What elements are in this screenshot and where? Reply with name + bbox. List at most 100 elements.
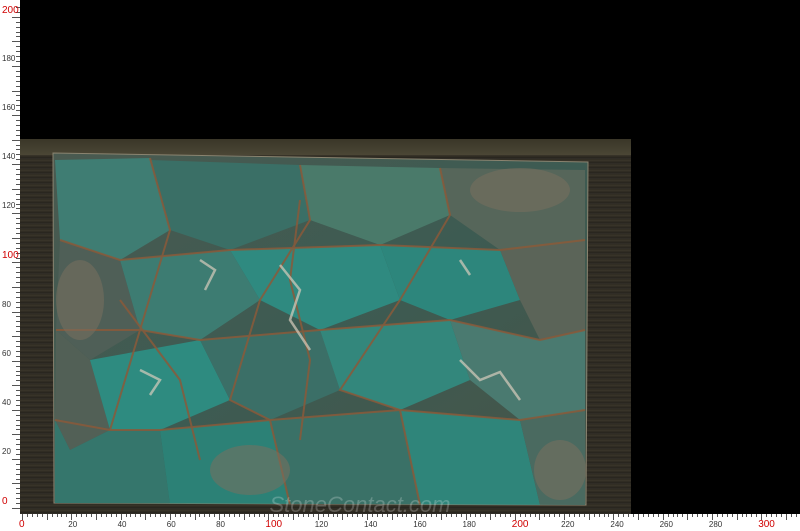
vertical-ruler-tick — [16, 208, 20, 210]
horizontal-ruler-tick — [583, 514, 585, 517]
vertical-ruler-label: 100 — [2, 250, 19, 262]
vertical-ruler-tick — [16, 203, 20, 205]
vertical-ruler-tick — [12, 16, 20, 18]
horizontal-ruler-tick — [633, 514, 635, 517]
horizontal-ruler-label: 260 — [659, 520, 673, 529]
vertical-ruler-tick — [16, 468, 20, 470]
vertical-ruler-tick — [12, 360, 20, 362]
vertical-ruler-tick — [16, 380, 20, 382]
horizontal-ruler-tick — [307, 514, 309, 517]
vertical-ruler-tick — [16, 301, 20, 303]
horizontal-ruler-label: 280 — [708, 520, 723, 529]
horizontal-ruler-tick — [598, 514, 600, 517]
vertical-ruler-tick — [16, 291, 20, 293]
slab-texture — [54, 157, 586, 505]
horizontal-ruler-tick — [110, 514, 112, 517]
horizontal-ruler-tick — [785, 514, 787, 520]
horizontal-ruler-tick — [608, 514, 610, 517]
vertical-ruler-tick — [16, 326, 20, 328]
horizontal-ruler-tick — [746, 514, 748, 517]
horizontal-ruler-tick — [204, 514, 206, 517]
horizontal-ruler-tick — [450, 514, 452, 517]
horizontal-ruler-tick — [115, 514, 117, 517]
vertical-ruler-tick — [16, 232, 20, 234]
vertical-ruler-tick — [16, 399, 20, 401]
horizontal-ruler-tick — [243, 514, 245, 520]
horizontal-ruler-tick — [312, 514, 314, 517]
horizontal-ruler-tick — [771, 514, 773, 517]
horizontal-ruler-tick — [81, 514, 83, 517]
horizontal-ruler-tick — [164, 514, 166, 517]
stone-slab-image: StoneContact.com — [52, 152, 589, 517]
vertical-ruler-tick — [16, 134, 20, 136]
vertical-ruler-tick — [16, 404, 20, 406]
horizontal-ruler-tick — [160, 514, 161, 517]
horizontal-ruler-label: 80 — [216, 520, 225, 529]
vertical-ruler-tick — [16, 390, 20, 392]
horizontal-ruler-tick — [61, 514, 63, 517]
horizontal-ruler: 0 20 40 60 80 100 120 140 160 180 200 220 240 260 280 3… — [0, 514, 800, 531]
horizontal-ruler-tick — [26, 514, 28, 517]
horizontal-ruler-tick — [199, 514, 201, 517]
horizontal-ruler-tick — [327, 514, 329, 517]
horizontal-ruler-tick — [278, 514, 280, 517]
horizontal-ruler-tick — [214, 514, 216, 517]
vertical-ruler-label: 80 — [2, 299, 11, 309]
vertical-ruler-tick — [16, 267, 20, 269]
vertical-ruler-tick — [16, 144, 20, 146]
horizontal-ruler-tick — [519, 514, 521, 517]
horizontal-ruler-tick — [652, 514, 654, 517]
horizontal-ruler-label: 140 — [364, 520, 378, 529]
vertical-ruler-tick — [16, 61, 20, 62]
horizontal-ruler-tick — [780, 514, 782, 517]
vertical-ruler-tick — [16, 31, 20, 33]
vertical-ruler-tick — [16, 341, 20, 342]
horizontal-ruler-tick — [485, 514, 487, 517]
vertical-ruler-tick — [16, 174, 20, 175]
horizontal-ruler-tick — [362, 514, 363, 517]
horizontal-ruler-tick — [224, 514, 225, 517]
horizontal-ruler-tick — [480, 514, 482, 517]
horizontal-ruler-tick — [682, 514, 684, 517]
horizontal-ruler-tick — [283, 514, 285, 517]
horizontal-ruler-tick — [100, 514, 102, 517]
vertical-ruler-tick — [12, 90, 20, 92]
vertical-ruler-tick — [16, 449, 20, 451]
vertical-ruler-tick — [12, 409, 20, 411]
vertical-ruler-tick — [16, 503, 20, 505]
horizontal-ruler-tick — [342, 514, 344, 520]
horizontal-ruler-tick — [273, 514, 275, 517]
vertical-ruler-tick — [16, 321, 20, 323]
horizontal-ruler-tick — [455, 514, 457, 517]
horizontal-ruler-tick — [401, 514, 403, 517]
vertical-ruler-tick — [16, 110, 20, 112]
horizontal-ruler-tick — [539, 514, 541, 520]
horizontal-ruler-label: 240 — [610, 520, 624, 529]
vertical-ruler-tick — [16, 277, 20, 279]
horizontal-ruler-tick — [105, 514, 107, 517]
horizontal-ruler-tick — [628, 514, 630, 517]
vertical-ruler-tick — [16, 473, 20, 475]
horizontal-ruler-tick — [376, 514, 378, 517]
horizontal-ruler-tick — [194, 514, 196, 520]
horizontal-ruler-tick — [293, 514, 294, 520]
vertical-ruler-tick — [12, 434, 20, 436]
horizontal-ruler-tick — [155, 514, 157, 517]
horizontal-ruler-label: 300 — [758, 519, 775, 530]
horizontal-ruler-tick — [618, 514, 620, 517]
vertical-ruler-tick — [16, 193, 20, 195]
horizontal-ruler-tick — [554, 514, 556, 517]
horizontal-ruler-tick — [352, 514, 354, 517]
vertical-ruler-tick — [16, 444, 20, 446]
horizontal-ruler-tick — [716, 514, 718, 517]
horizontal-ruler-tick — [578, 514, 580, 517]
horizontal-ruler-tick — [332, 514, 334, 517]
vertical-ruler-tick — [16, 51, 20, 53]
vertical-ruler-tick — [16, 178, 20, 180]
horizontal-ruler-tick — [593, 514, 595, 517]
horizontal-ruler-tick — [534, 514, 536, 517]
horizontal-ruler-tick — [431, 514, 432, 517]
vertical-ruler-tick — [12, 65, 20, 67]
vertical-ruler-tick — [16, 395, 20, 396]
horizontal-ruler-tick — [603, 514, 605, 517]
